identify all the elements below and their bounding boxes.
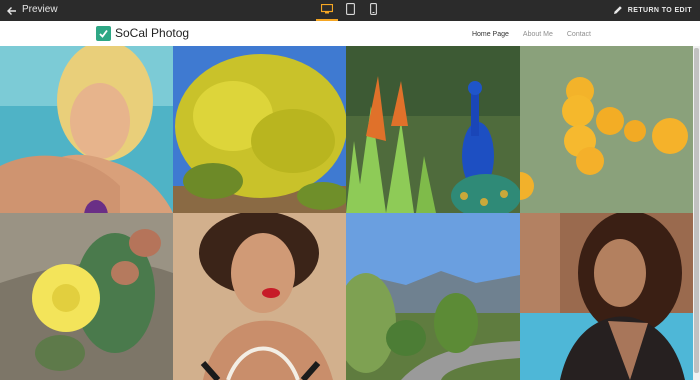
desktop-view-button[interactable] [316, 0, 338, 21]
editor-topbar: Preview RETURN TO EDIT [0, 0, 700, 21]
preview-label: Preview [22, 4, 58, 15]
tablet-icon [345, 2, 355, 20]
site-header: SoCal Photog Home Page About Me Contact [0, 21, 700, 46]
photo-gallery [0, 46, 693, 380]
mobile-view-button[interactable] [362, 0, 384, 21]
site-nav: Home Page About Me Contact [472, 31, 591, 38]
photo-woman-pearls[interactable] [173, 213, 346, 380]
logo-icon[interactable] [96, 26, 111, 41]
photo-woman-leather[interactable] [520, 213, 693, 380]
photo-mountain-road[interactable] [346, 213, 520, 380]
back-arrow-icon[interactable] [6, 4, 18, 16]
desktop-icon [320, 1, 334, 19]
site-brand[interactable]: SoCal Photog [115, 26, 189, 40]
nav-about-me[interactable]: About Me [523, 31, 553, 38]
return-to-edit-button[interactable]: RETURN TO EDIT [613, 0, 692, 21]
page-scrollbar[interactable] [693, 46, 700, 380]
photo-cactus-flower[interactable] [0, 213, 173, 380]
tablet-view-button[interactable] [339, 0, 361, 21]
scroll-thumb[interactable] [694, 48, 699, 373]
photo-blonde-woman[interactable] [0, 46, 173, 213]
pencil-icon [613, 2, 623, 20]
return-to-edit-label: RETURN TO EDIT [627, 7, 692, 14]
photo-peacock[interactable] [346, 46, 520, 213]
photo-poppies[interactable] [520, 46, 693, 213]
mobile-icon [369, 2, 377, 20]
nav-contact[interactable]: Contact [567, 31, 591, 38]
photo-yellow-tree[interactable] [173, 46, 346, 213]
nav-home-page[interactable]: Home Page [472, 31, 509, 38]
